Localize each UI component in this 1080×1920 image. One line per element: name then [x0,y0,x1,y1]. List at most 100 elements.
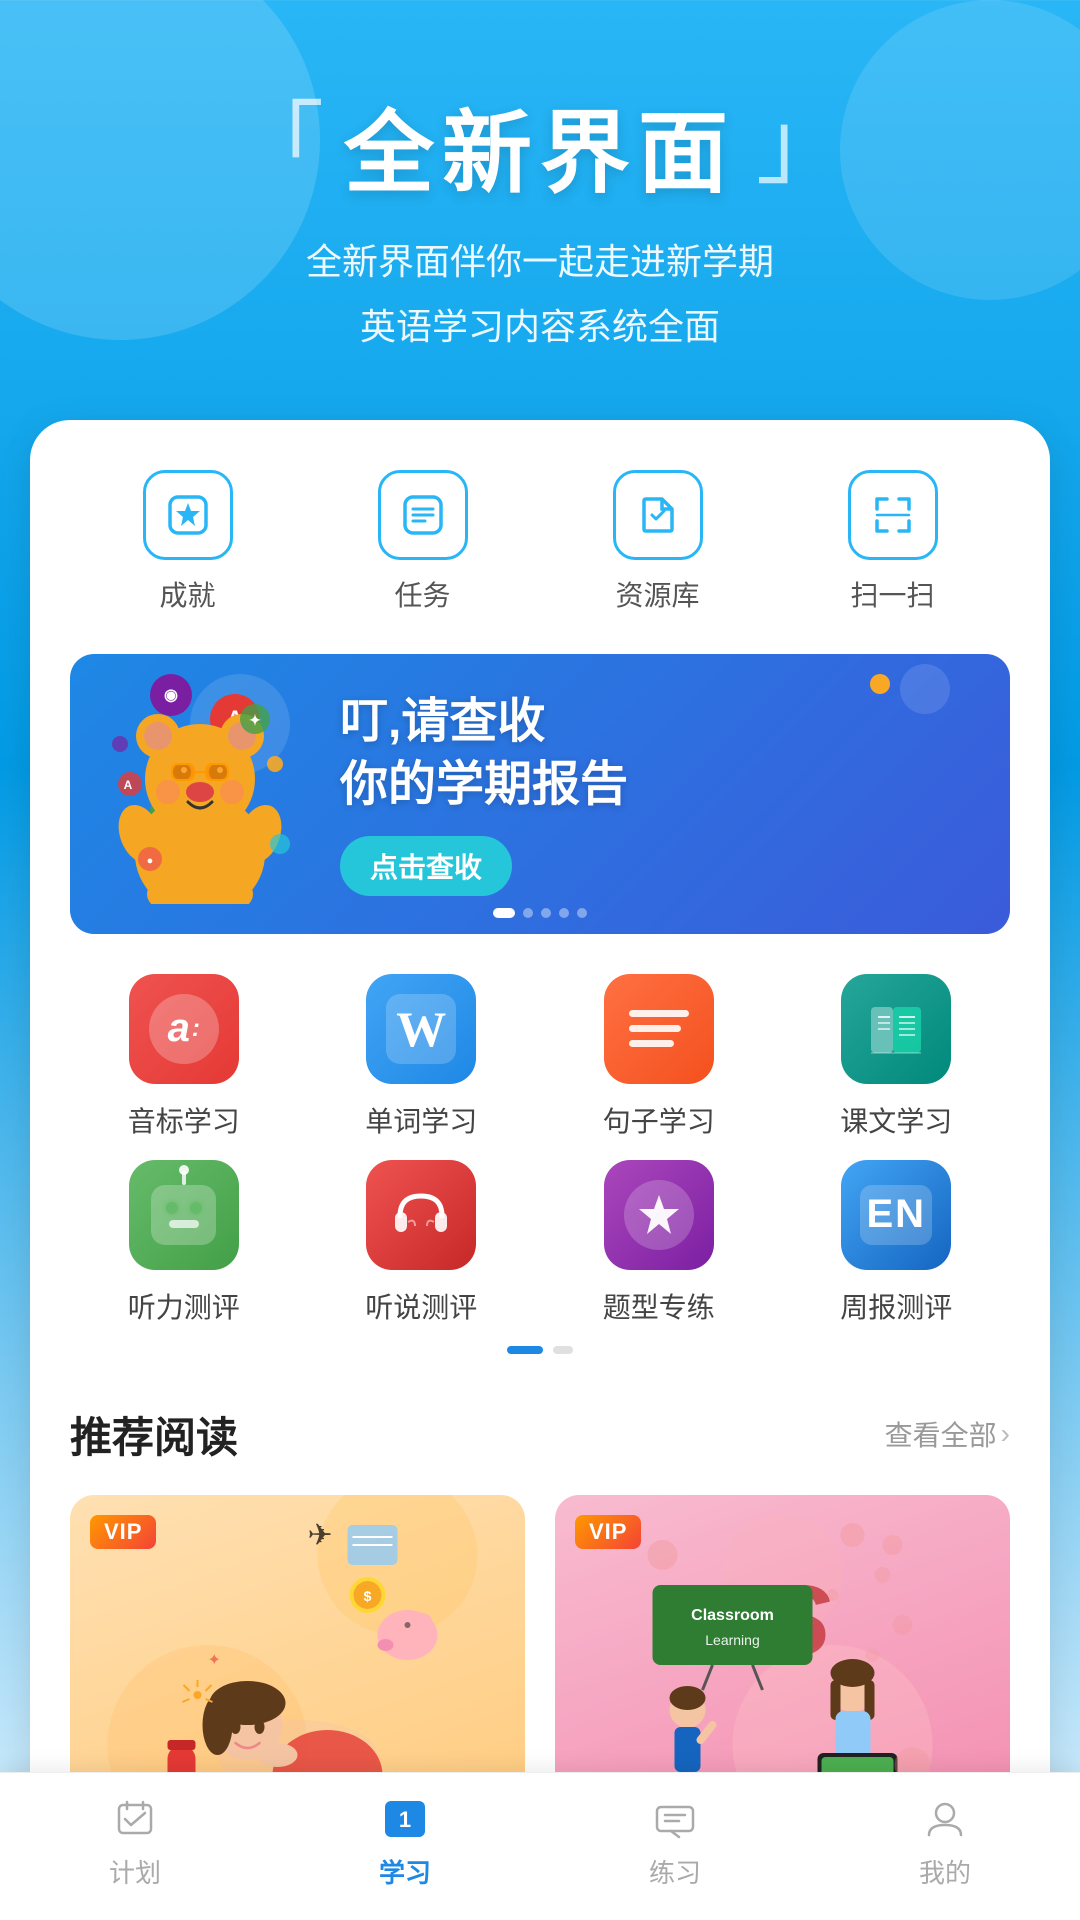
section-header: 推荐阅读 查看全部 › [70,1404,1010,1465]
module-dot-1[interactable] [507,1346,543,1354]
listen-icon [129,1160,239,1270]
module-phonics[interactable]: a : 音标学习 [70,974,298,1140]
sentence-line-3 [629,1040,674,1047]
mine-nav-label: 我的 [919,1853,971,1890]
reading-cards: VIP $ [70,1495,1010,1815]
banner-button[interactable]: 点击查收 [340,836,512,896]
word-label: 单词学习 [365,1100,477,1140]
module-sentence[interactable]: 句子学习 [545,974,773,1140]
bottom-nav: 计划 1 学习 练习 我的 [0,1772,1080,1920]
plan-nav-label: 计划 [109,1853,161,1890]
view-all-label: 查看全部 [885,1414,997,1454]
subtitle-line1: 全新界面伴你一起走进新学期 [60,230,1020,295]
recommended-reading-section: 推荐阅读 查看全部 › VIP [70,1404,1010,1815]
resource-label: 资源库 [615,574,699,614]
nav-study[interactable]: 1 学习 [270,1793,540,1890]
bracket-right: 」 [756,100,846,190]
module-weekly[interactable]: EN 周报测评 [783,1160,1011,1326]
module-word[interactable]: W 单词学习 [308,974,536,1140]
word-inner: W [386,994,456,1064]
quick-action-scan[interactable]: 扫一扫 [848,470,938,614]
text-icon [841,974,951,1084]
robot-eyes [166,1202,202,1214]
listen-label: 听力测评 [128,1286,240,1326]
svg-text:✦: ✦ [249,712,261,728]
exercise-nav-label: 练习 [649,1853,701,1890]
header-subtitle: 全新界面伴你一起走进新学期 英语学习内容系统全面 [60,230,1020,360]
quick-actions: 成就 任务 资源库 [70,470,1010,614]
robot-antenna [182,1171,186,1185]
svg-text:A: A [124,778,133,792]
header: 「 全新界面 」 全新界面伴你一起走进新学期 英语学习内容系统全面 [0,0,1080,400]
reading-card-1[interactable]: VIP $ [70,1495,525,1815]
svg-text:1: 1 [399,1807,411,1832]
banner-dot-4[interactable] [559,908,569,918]
svg-text:$: $ [364,1588,372,1604]
robot-face [151,1185,216,1245]
achievement-label: 成就 [159,574,215,614]
vip-badge-2: VIP [575,1515,641,1549]
speaking-icon [366,1160,476,1270]
robot-eye-right [190,1202,202,1214]
banner-text-area: 叮,请查收 你的学期报告 点击查收 [320,691,980,896]
modules-grid: a : 音标学习 W 单词学习 句子学 [70,974,1010,1326]
banner-dot-1[interactable] [493,908,515,918]
phonics-icon: a : [129,974,239,1084]
robot-mouth [169,1220,199,1228]
task-label: 任务 [394,574,450,614]
speaking-label: 听说测评 [365,1286,477,1326]
exercise-nav-icon [649,1793,701,1845]
weekly-inner: EN [860,1185,932,1245]
type-icon [604,1160,714,1270]
svg-text:●: ● [147,855,154,867]
en-text: EN [866,1192,926,1237]
vip-badge-1: VIP [90,1515,156,1549]
reading-card-2[interactable]: VIP VS Classroom Learning [555,1495,1010,1815]
banner-dot-2[interactable] [523,908,533,918]
quick-action-resource[interactable]: 资源库 [613,470,703,614]
nav-mine[interactable]: 我的 [810,1793,1080,1890]
quick-action-task[interactable]: 任务 [378,470,468,614]
module-listen[interactable]: 听力测评 [70,1160,298,1326]
module-text[interactable]: 课文学习 [783,974,1011,1140]
study-nav-icon: 1 [379,1793,431,1845]
banner-main-text: 叮,请查收 你的学期报告 [340,691,980,816]
view-all-button[interactable]: 查看全部 › [885,1414,1010,1454]
task-icon [378,470,468,560]
word-icon: W [366,974,476,1084]
svg-text:Classroom: Classroom [691,1607,774,1624]
sentence-line-2 [629,1025,681,1032]
weekly-icon: EN [841,1160,951,1270]
bear-mascot: A ✦ ● [100,684,320,904]
quick-action-achievement[interactable]: 成就 [143,470,233,614]
mine-nav-icon [919,1793,971,1845]
scan-label: 扫一扫 [850,574,934,614]
nav-plan[interactable]: 计划 [0,1793,270,1890]
sentence-lines [621,1002,697,1055]
weekly-label: 周报测评 [840,1286,952,1326]
page-title: 全新界面 [344,80,736,210]
module-indicator [70,1346,1010,1354]
svg-text:✈: ✈ [308,1519,333,1552]
banner-dot-3[interactable] [541,908,551,918]
phonics-label: 音标学习 [128,1100,240,1140]
module-type[interactable]: 题型专练 [545,1160,773,1326]
banner[interactable]: A ✦ ◉ [70,654,1010,934]
resource-icon [613,470,703,560]
sentence-line-1 [629,1010,689,1017]
chevron-right-icon: › [1001,1418,1010,1450]
text-label: 课文学习 [840,1100,952,1140]
nav-exercise[interactable]: 练习 [540,1793,810,1890]
banner-pagination [493,908,587,918]
module-speaking[interactable]: 听说测评 [308,1160,536,1326]
banner-dot-5[interactable] [577,908,587,918]
achievement-icon [143,470,233,560]
sentence-icon [604,974,714,1084]
robot-eye-left [166,1202,178,1214]
svg-text:Learning: Learning [705,1632,760,1648]
sentence-label: 句子学习 [603,1100,715,1140]
module-dot-2[interactable] [553,1346,573,1354]
phonics-inner: a : [149,994,219,1064]
study-nav-label: 学习 [379,1853,431,1890]
type-label: 题型专练 [603,1286,715,1326]
